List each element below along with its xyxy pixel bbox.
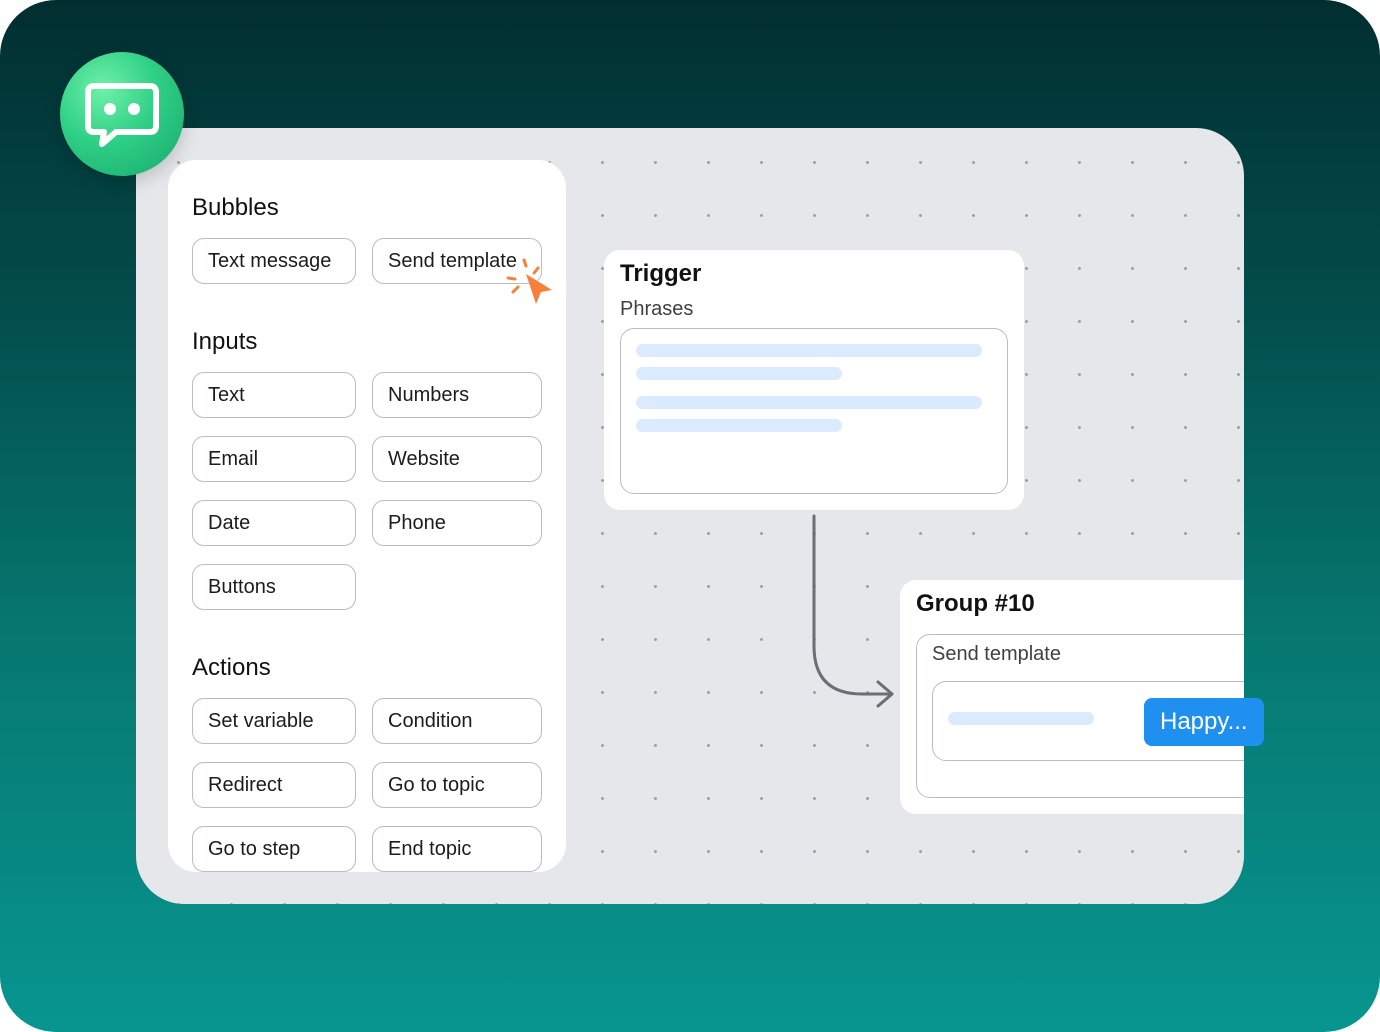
- pointer-cursor-icon: [506, 258, 552, 304]
- background: Bubbles Text message Send template Input…: [0, 0, 1380, 1032]
- connector-arrow: [812, 514, 894, 708]
- happy-button[interactable]: Happy...: [1144, 698, 1264, 746]
- flow-canvas[interactable]: Bubbles Text message Send template Input…: [136, 128, 1244, 904]
- chat-bubble-icon: [60, 52, 184, 176]
